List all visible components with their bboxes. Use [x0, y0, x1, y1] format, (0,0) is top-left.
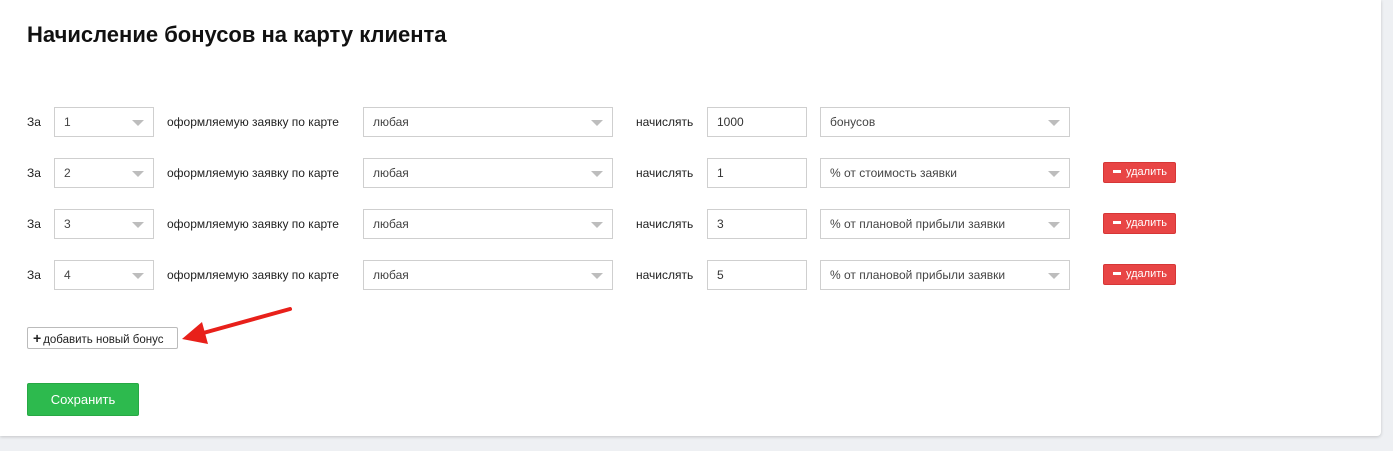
- chevron-down-icon: [1048, 120, 1060, 126]
- minus-icon: [1113, 169, 1121, 173]
- accrue-label: начислять: [636, 268, 694, 282]
- delete-button[interactable]: удалить: [1103, 162, 1176, 183]
- minus-icon: [1113, 271, 1121, 275]
- bonus-amount-input[interactable]: [707, 107, 807, 137]
- application-label: оформляемую заявку по карте: [167, 217, 339, 231]
- card-value: любая: [373, 166, 409, 180]
- chevron-down-icon: [132, 222, 144, 228]
- arrow-annotation-icon: [182, 307, 292, 344]
- bonus-amount-input[interactable]: [707, 260, 807, 290]
- bonus-settings-panel: Начисление бонусов на карту клиента За 1…: [0, 0, 1381, 436]
- bonus-unit-select[interactable]: бонусов: [820, 107, 1070, 137]
- for-label: За: [27, 115, 41, 129]
- accrue-label: начислять: [636, 217, 694, 231]
- delete-label: удалить: [1126, 217, 1168, 229]
- chevron-down-icon: [591, 222, 603, 228]
- card-select[interactable]: любая: [363, 260, 613, 290]
- accrue-label: начислять: [636, 115, 694, 129]
- delete-button[interactable]: удалить: [1103, 264, 1176, 285]
- minus-icon: [1113, 220, 1121, 224]
- bonus-amount-input[interactable]: [707, 209, 807, 239]
- application-number-select[interactable]: 1: [54, 107, 154, 137]
- for-label: За: [27, 217, 41, 231]
- bonus-unit-select[interactable]: % от стоимость заявки: [820, 158, 1070, 188]
- delete-label: удалить: [1126, 268, 1168, 280]
- chevron-down-icon: [1048, 222, 1060, 228]
- bonus-row-3: За 3 оформляемую заявку по карте любая н…: [0, 209, 1300, 241]
- bonus-unit-select[interactable]: % от плановой прибыли заявки: [820, 209, 1070, 239]
- for-label: За: [27, 166, 41, 180]
- chevron-down-icon: [591, 120, 603, 126]
- application-number-value: 1: [64, 115, 71, 129]
- chevron-down-icon: [1048, 273, 1060, 279]
- application-label: оформляемую заявку по карте: [167, 268, 339, 282]
- delete-label: удалить: [1126, 166, 1168, 178]
- bonus-row-2: За 2 оформляемую заявку по карте любая н…: [0, 158, 1300, 190]
- bonus-unit-select[interactable]: % от плановой прибыли заявки: [820, 260, 1070, 290]
- add-bonus-button[interactable]: + добавить новый бонус: [27, 327, 178, 349]
- application-number-value: 2: [64, 166, 71, 180]
- bonus-row-1: За 1 оформляемую заявку по карте любая н…: [0, 107, 1300, 139]
- page-title: Начисление бонусов на карту клиента: [27, 22, 447, 47]
- accrue-label: начислять: [636, 166, 694, 180]
- chevron-down-icon: [132, 120, 144, 126]
- bonus-unit-value: % от стоимость заявки: [830, 166, 957, 180]
- save-button[interactable]: Сохранить: [27, 383, 139, 416]
- bonus-unit-value: бонусов: [830, 115, 876, 129]
- chevron-down-icon: [132, 171, 144, 177]
- chevron-down-icon: [591, 273, 603, 279]
- card-select[interactable]: любая: [363, 209, 613, 239]
- application-number-value: 3: [64, 217, 71, 231]
- application-number-select[interactable]: 2: [54, 158, 154, 188]
- chevron-down-icon: [1048, 171, 1060, 177]
- application-label: оформляемую заявку по карте: [167, 166, 339, 180]
- application-number-select[interactable]: 3: [54, 209, 154, 239]
- card-value: любая: [373, 217, 409, 231]
- add-bonus-label: добавить новый бонус: [43, 334, 164, 346]
- application-number-value: 4: [64, 268, 71, 282]
- application-number-select[interactable]: 4: [54, 260, 154, 290]
- bonus-row-4: За 4 оформляемую заявку по карте любая н…: [0, 260, 1300, 292]
- bonus-amount-input[interactable]: [707, 158, 807, 188]
- card-value: любая: [373, 268, 409, 282]
- delete-button[interactable]: удалить: [1103, 213, 1176, 234]
- bonus-unit-value: % от плановой прибыли заявки: [830, 268, 1006, 282]
- card-select[interactable]: любая: [363, 107, 613, 137]
- card-value: любая: [373, 115, 409, 129]
- plus-icon: +: [33, 330, 42, 346]
- for-label: За: [27, 268, 41, 282]
- card-select[interactable]: любая: [363, 158, 613, 188]
- bonus-unit-value: % от плановой прибыли заявки: [830, 217, 1006, 231]
- chevron-down-icon: [591, 171, 603, 177]
- chevron-down-icon: [132, 273, 144, 279]
- application-label: оформляемую заявку по карте: [167, 115, 339, 129]
